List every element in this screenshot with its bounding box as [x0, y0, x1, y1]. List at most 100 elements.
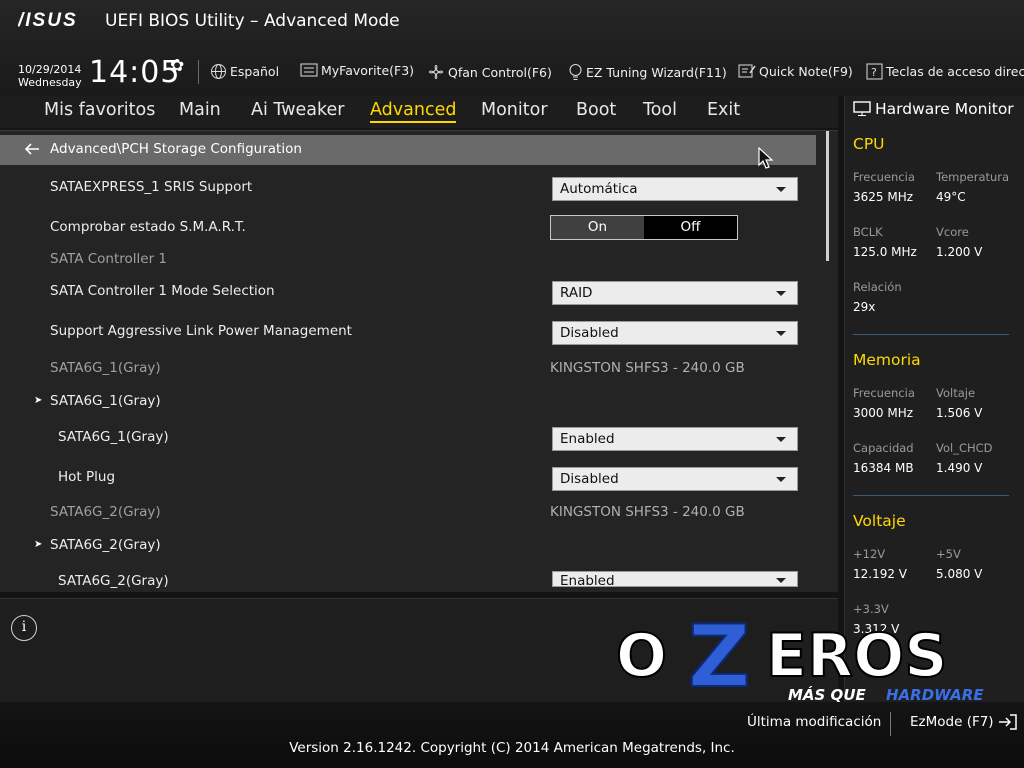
- memory-heading: Memoria: [853, 351, 921, 369]
- hot-plug-value: Disabled: [560, 471, 619, 487]
- bclk-label: BCLK: [853, 225, 883, 239]
- quick-note-button[interactable]: Quick Note(F9): [738, 63, 853, 79]
- date-text: 10/29/2014: [18, 63, 82, 76]
- cpu-freq-value: 3625 MHz: [853, 190, 914, 204]
- sata6g-2-submenu[interactable]: SATA6G_2(Gray): [50, 537, 161, 553]
- hot-plug-label: Hot Plug: [58, 469, 116, 485]
- ezmode-button[interactable]: EzMode (F7): [910, 714, 1018, 730]
- mouse-pointer-icon: [758, 147, 774, 169]
- sata-controller-1-heading: SATA Controller 1: [50, 251, 168, 267]
- smart-on-option[interactable]: On: [551, 216, 644, 239]
- toolbar-divider: [198, 60, 199, 84]
- tab-favorites[interactable]: Mis favoritos: [44, 100, 155, 120]
- sata6g-2-port-dropdown[interactable]: Enabled: [552, 571, 798, 589]
- expand-arrow-icon: ➤: [34, 395, 43, 406]
- sata6g-1-info-label: SATA6G_1(Gray): [50, 360, 161, 376]
- tab-main[interactable]: Main: [179, 100, 221, 120]
- sris-support-value: Automática: [560, 181, 638, 197]
- help-box-icon: ?: [866, 63, 883, 80]
- hotkeys-label: Teclas de acceso directo: [886, 64, 1024, 79]
- info-icon: i: [11, 615, 37, 641]
- myfavorite-button[interactable]: MyFavorite(F3): [300, 63, 414, 78]
- smart-off-option[interactable]: Off: [644, 216, 737, 239]
- header-bar: /ISUS UEFI BIOS Utility – Advanced Mode …: [0, 0, 1024, 96]
- sata6g-1-submenu[interactable]: SATA6G_1(Gray): [50, 393, 161, 409]
- sata6g-2-info-label: SATA6G_2(Gray): [50, 504, 161, 520]
- svg-text:?: ?: [871, 66, 877, 79]
- caret-down-icon: [776, 331, 786, 336]
- back-arrow-icon[interactable]: [24, 142, 40, 156]
- tab-tool[interactable]: Tool: [643, 100, 677, 120]
- vol-chcd-value: 1.490 V: [936, 461, 983, 475]
- svg-text:/ISUS: /ISUS: [18, 10, 78, 30]
- v5-label: +5V: [936, 547, 961, 561]
- lightbulb-icon: [569, 64, 582, 80]
- sata6g-1-port-label: SATA6G_1(Gray): [58, 429, 169, 445]
- hardware-monitor-panel: Hardware Monitor CPU Frecuencia Temperat…: [844, 96, 1024, 702]
- weekday-text: Wednesday: [18, 76, 82, 89]
- sris-support-dropdown[interactable]: Automática: [552, 177, 798, 201]
- hotkeys-button[interactable]: ? Teclas de acceso directo: [866, 63, 1024, 80]
- alpm-dropdown[interactable]: Disabled: [552, 321, 798, 345]
- hot-plug-dropdown[interactable]: Disabled: [552, 467, 798, 491]
- cpu-heading: CPU: [853, 135, 885, 153]
- tab-ai-tweaker[interactable]: Ai Tweaker: [251, 100, 344, 120]
- monitor-icon: [853, 101, 871, 116]
- quick-note-label: Quick Note(F9): [759, 63, 853, 79]
- v12-value: 12.192 V: [853, 567, 908, 581]
- sata-mode-dropdown[interactable]: RAID: [552, 281, 798, 305]
- v12-label: +12V: [853, 547, 886, 561]
- vcore-label: Vcore: [936, 225, 969, 239]
- myfavorite-label: MyFavorite(F3): [321, 63, 415, 78]
- breadcrumb-path: Advanced\PCH Storage Configuration: [50, 141, 302, 157]
- qfan-label: Qfan Control(F6): [448, 64, 552, 80]
- sata6g-2-device: KINGSTON SHFS3 - 240.0 GB: [550, 504, 745, 520]
- sata6g-1-device: KINGSTON SHFS3 - 240.0 GB: [550, 360, 745, 376]
- caret-down-icon: [776, 437, 786, 442]
- caret-down-icon: [776, 477, 786, 482]
- caret-down-icon: [776, 578, 786, 583]
- asus-logo: /ISUS: [17, 10, 98, 36]
- sris-support-label: SATAEXPRESS_1 SRIS Support: [50, 179, 253, 195]
- note-edit-icon: [738, 64, 756, 78]
- expand-arrow-icon: ➤: [34, 539, 43, 550]
- sata-mode-value: RAID: [560, 285, 593, 301]
- caret-down-icon: [776, 187, 786, 192]
- qfan-button[interactable]: Qfan Control(F6): [427, 63, 552, 81]
- ez-tuning-label: EZ Tuning Wizard(F11): [586, 64, 727, 80]
- breadcrumb: Advanced\PCH Storage Configuration: [0, 135, 816, 169]
- language-button[interactable]: Español: [210, 63, 279, 80]
- last-modified-button[interactable]: Última modificación: [747, 714, 881, 730]
- cpu-freq-label: Frecuencia: [853, 170, 915, 184]
- app-title: UEFI BIOS Utility – Advanced Mode: [105, 11, 400, 31]
- ezmode-label: EzMode (F7): [910, 714, 994, 730]
- smart-check-toggle[interactable]: On Off: [550, 215, 738, 240]
- clock-time: 14:05: [89, 55, 181, 90]
- settings-panel: Advanced\PCH Storage Configuration SATAE…: [0, 130, 838, 592]
- scrollbar-thumb[interactable]: [826, 131, 829, 261]
- sata6g-2-port-label: SATA6G_2(Gray): [58, 573, 169, 589]
- globe-icon: [211, 64, 226, 79]
- ratio-value: 29x: [853, 300, 876, 314]
- tab-advanced[interactable]: Advanced: [370, 100, 457, 123]
- gear-icon[interactable]: ✿: [170, 56, 184, 76]
- sata6g-1-port-dropdown[interactable]: Enabled: [552, 427, 798, 451]
- exit-arrow-icon: [998, 714, 1017, 730]
- tab-monitor[interactable]: Monitor: [481, 100, 548, 120]
- vcore-value: 1.200 V: [936, 245, 983, 259]
- footer-divider: [890, 712, 891, 736]
- alpm-value: Disabled: [560, 325, 619, 341]
- ez-tuning-button[interactable]: EZ Tuning Wizard(F11): [568, 63, 727, 81]
- section-divider: [853, 334, 1009, 335]
- caret-down-icon: [776, 291, 786, 296]
- date-display: 10/29/2014 Wednesday: [18, 63, 82, 89]
- cpu-temp-label: Temperatura: [936, 170, 1010, 184]
- voltage-heading: Voltaje: [853, 512, 906, 530]
- tab-boot[interactable]: Boot: [576, 100, 616, 120]
- fan-icon: [429, 65, 443, 79]
- section-divider: [853, 495, 1009, 496]
- v5-value: 5.080 V: [936, 567, 983, 581]
- tab-exit[interactable]: Exit: [707, 100, 740, 120]
- bclk-value: 125.0 MHz: [853, 245, 917, 259]
- mem-freq-label: Frecuencia: [853, 386, 915, 400]
